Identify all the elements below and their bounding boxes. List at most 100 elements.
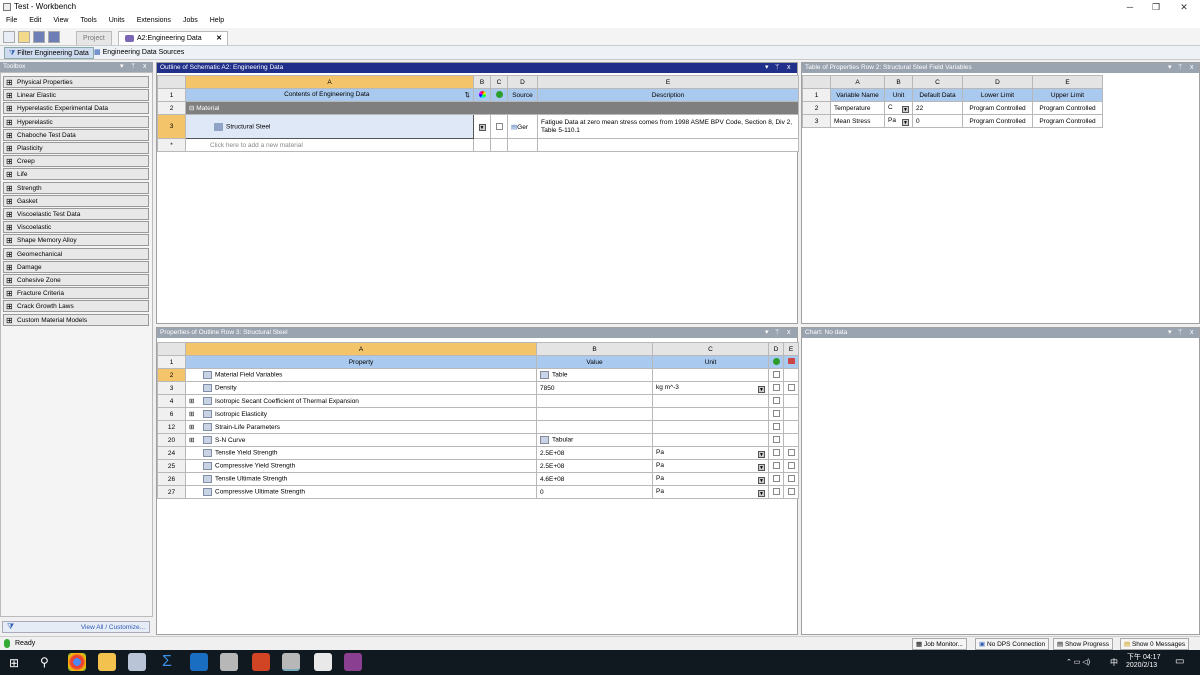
windows-start-icon[interactable]: ⊞ <box>9 656 19 670</box>
sigma-app-icon[interactable]: Σ <box>158 653 176 671</box>
panel-close-icon[interactable]: x <box>1190 63 1194 73</box>
sort-icon[interactable]: ⇅ <box>465 91 470 99</box>
panel-menu-icon[interactable]: ▾ <box>1168 63 1172 73</box>
property-name-cell[interactable]: Density <box>185 381 537 395</box>
property-name-cell[interactable]: Material Field Variables <box>185 368 537 382</box>
add-material-row[interactable]: Click here to add a new material <box>185 138 474 152</box>
property-name-cell[interactable]: ⊞ S-N Curve <box>185 433 537 447</box>
mechanical-app-icon[interactable] <box>344 653 362 671</box>
property-value[interactable] <box>536 394 653 408</box>
property-name-cell[interactable]: ⊞ Strain-Life Parameters <box>185 420 537 434</box>
menu-help[interactable]: Help <box>204 14 230 28</box>
minimize-icon[interactable]: ─ <box>1116 0 1144 14</box>
parameter-checkbox[interactable] <box>768 459 784 473</box>
property-unit[interactable]: Pa ▼ <box>652 446 769 460</box>
view-all-customize-link[interactable]: View All / Customize... <box>81 624 145 631</box>
menu-tools[interactable]: Tools <box>74 14 102 28</box>
file-explorer-icon[interactable] <box>98 653 116 671</box>
material-structural-steel[interactable]: Structural Steel <box>185 114 474 139</box>
workbench-taskbar-icon[interactable] <box>220 653 238 671</box>
property-name-cell[interactable]: Tensile Ultimate Strength <box>185 472 537 486</box>
clock-time[interactable]: 下午 04:17 <box>1127 652 1160 662</box>
outlook-icon[interactable] <box>190 653 208 671</box>
toolbox-item[interactable]: Hyperelastic <box>3 115 149 128</box>
property-unit[interactable] <box>652 394 769 408</box>
property-unit[interactable]: kg m^-3 ▼ <box>652 381 769 395</box>
tab-project[interactable]: Project <box>76 31 112 45</box>
property-unit[interactable]: Pa ▼ <box>652 485 769 499</box>
toolbox-item[interactable]: Viscoelastic Test Data <box>3 208 149 220</box>
dropdown-arrow-icon[interactable]: ▼ <box>758 450 765 458</box>
property-name-cell[interactable]: Compressive Ultimate Strength <box>185 485 537 499</box>
menu-extensions[interactable]: Extensions <box>131 14 177 28</box>
unit-select[interactable]: C ▼ <box>884 101 913 115</box>
unit-select[interactable]: Pa ▼ <box>884 114 913 128</box>
col-header-e[interactable]: E <box>1032 75 1103 89</box>
col-header-d[interactable]: D <box>768 342 784 356</box>
property-name-cell[interactable]: ⊞ Isotropic Elasticity <box>185 407 537 421</box>
col-header-b[interactable]: B <box>884 75 913 89</box>
toolbox-item[interactable]: Viscoelastic <box>3 221 149 234</box>
parameter-checkbox[interactable] <box>783 433 799 447</box>
powerpoint-icon[interactable] <box>252 653 270 671</box>
col-header-b[interactable]: B <box>536 342 653 356</box>
toolbox-item[interactable]: Strength <box>3 181 149 194</box>
parameter-checkbox[interactable] <box>783 446 799 460</box>
property-value[interactable] <box>536 407 653 421</box>
save-icon[interactable] <box>33 31 45 43</box>
parameter-checkbox[interactable] <box>783 394 799 408</box>
property-name-cell[interactable]: ⊞ Isotropic Secant Coefficient of Thermal… <box>185 394 537 408</box>
parameter-checkbox[interactable] <box>768 446 784 460</box>
col-header-c[interactable]: C <box>652 342 769 356</box>
panel-close-icon[interactable]: x <box>787 328 791 338</box>
save-as-icon[interactable] <box>48 31 60 43</box>
toolbox-item[interactable]: Physical Properties <box>3 76 149 88</box>
col-header-e[interactable]: E <box>537 75 799 89</box>
dropdown-arrow-icon[interactable]: ▼ <box>902 118 909 126</box>
property-value[interactable]: 0 <box>536 485 653 499</box>
panel-close-icon[interactable]: x <box>143 62 147 72</box>
ime-indicator[interactable]: 中 <box>1110 657 1118 668</box>
parameter-checkbox[interactable] <box>768 381 784 395</box>
dropdown-arrow-icon[interactable]: ▼ <box>758 463 765 471</box>
dropdown-arrow-icon[interactable]: ▼ <box>758 385 765 393</box>
pin-icon[interactable]: ᛘ <box>775 63 779 73</box>
col-header-a[interactable]: A <box>185 75 474 89</box>
toolbox-item[interactable]: Damage <box>3 260 149 273</box>
parameter-checkbox[interactable] <box>783 407 799 421</box>
parameter-checkbox[interactable] <box>768 433 784 447</box>
property-unit[interactable] <box>652 433 769 447</box>
property-name-cell[interactable]: Compressive Yield Strength <box>185 459 537 473</box>
property-unit[interactable] <box>652 368 769 382</box>
material-dropdown[interactable]: ▼ <box>473 114 491 139</box>
parameter-checkbox[interactable] <box>783 420 799 434</box>
toolbox-item[interactable]: Geomechanical <box>3 247 149 260</box>
col-header-a[interactable]: A <box>830 75 885 89</box>
toolbox-item[interactable]: Crack Growth Laws <box>3 300 149 313</box>
parameter-checkbox[interactable] <box>783 459 799 473</box>
property-value[interactable]: Tabular <box>536 433 653 447</box>
toolbox-item[interactable]: Creep <box>3 155 149 168</box>
property-value[interactable]: 7850 <box>536 381 653 395</box>
menu-view[interactable]: View <box>47 14 74 28</box>
expand-icon[interactable]: ⊞ <box>189 423 203 431</box>
panel-menu-icon[interactable]: ▾ <box>1168 328 1172 338</box>
parameter-checkbox[interactable] <box>768 407 784 421</box>
toolbox-item[interactable]: Fracture Criteria <box>3 287 149 300</box>
parameter-checkbox[interactable] <box>783 485 799 499</box>
parameter-checkbox[interactable] <box>768 394 784 408</box>
menu-units[interactable]: Units <box>103 14 131 28</box>
panel-close-icon[interactable]: x <box>787 63 791 73</box>
image-viewer-icon[interactable] <box>314 653 332 671</box>
col-header-d[interactable]: D <box>507 75 538 89</box>
pin-icon[interactable]: ᛘ <box>131 62 135 72</box>
parameter-checkbox[interactable] <box>783 381 799 395</box>
property-value[interactable]: 2.5E+08 <box>536 446 653 460</box>
property-unit[interactable] <box>652 420 769 434</box>
dropdown-arrow-icon[interactable]: ▼ <box>902 105 909 113</box>
notification-icon[interactable]: ▭ <box>1175 656 1184 667</box>
toolbox-item[interactable]: Linear Elastic <box>3 89 149 102</box>
default-data[interactable]: 22 <box>912 101 963 115</box>
col-header-d[interactable]: D <box>962 75 1033 89</box>
job-monitor-button[interactable]: ▦ Job Monitor... <box>912 638 967 650</box>
